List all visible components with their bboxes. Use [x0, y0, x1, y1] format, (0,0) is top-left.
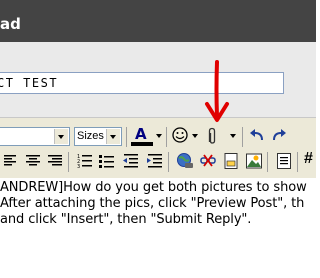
align-center-icon[interactable]	[24, 152, 42, 170]
quote-icon[interactable]	[275, 152, 293, 170]
toolbar-separator	[68, 152, 69, 172]
annotation-arrow-icon	[205, 60, 229, 122]
editor-line: After attaching the pics, click "Preview…	[0, 196, 305, 211]
window-title-bar: ad	[0, 0, 316, 42]
font-color-dropdown[interactable]	[154, 126, 164, 145]
toolbar-separator	[267, 152, 268, 172]
attach-dropdown[interactable]	[228, 126, 238, 145]
align-right-icon[interactable]	[46, 152, 64, 170]
insert-page-icon[interactable]	[222, 152, 240, 170]
undo-icon[interactable]	[248, 127, 266, 145]
editor-toolbar: Sizes A 1 2 3 #	[0, 117, 316, 178]
code-icon[interactable]: #	[304, 150, 313, 168]
font-select[interactable]	[0, 127, 70, 146]
subject-input[interactable]: CT TEST	[0, 72, 284, 94]
paperclip-icon[interactable]	[206, 127, 218, 145]
remove-link-icon[interactable]	[199, 152, 217, 170]
insert-link-icon[interactable]	[176, 152, 194, 170]
chevron-down-icon	[54, 129, 68, 144]
toolbar-separator	[168, 152, 169, 172]
toolbar-separator	[166, 127, 167, 147]
smiley-dropdown[interactable]	[190, 126, 200, 145]
chevron-down-icon	[106, 129, 120, 144]
font-color-icon[interactable]: A	[130, 125, 154, 146]
smiley-icon[interactable]	[172, 127, 190, 145]
numbered-list-icon[interactable]: 1 2 3	[76, 152, 94, 170]
message-editor[interactable]: ANDREW]How do you get both pictures to s…	[0, 178, 316, 278]
size-select[interactable]: Sizes	[74, 127, 122, 146]
redo-icon[interactable]	[270, 127, 288, 145]
window-title: ad	[0, 15, 21, 33]
editor-line: ANDREW]How do you get both pictures to s…	[0, 180, 307, 195]
insert-image-icon[interactable]	[245, 152, 263, 170]
toolbar-separator	[297, 152, 298, 172]
align-left-icon[interactable]	[2, 152, 20, 170]
svg-text:3: 3	[77, 164, 80, 170]
indent-icon[interactable]	[146, 152, 164, 170]
toolbar-separator	[126, 127, 127, 147]
bullet-list-icon[interactable]	[98, 152, 116, 170]
size-select-label: Sizes	[77, 130, 104, 142]
toolbar-separator	[242, 127, 243, 147]
editor-line: and click "Insert", then "Submit Reply".	[0, 212, 252, 227]
outdent-icon[interactable]	[122, 152, 140, 170]
svg-text:A: A	[135, 125, 147, 143]
